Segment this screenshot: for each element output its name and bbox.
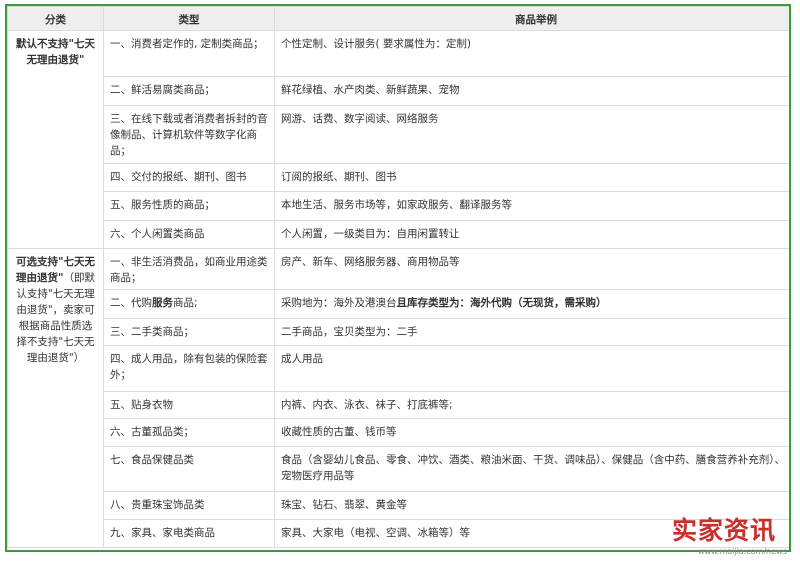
example-text: 采购地为：海外及港澳台 bbox=[281, 297, 397, 309]
type-cell: 三、二手类商品； bbox=[103, 318, 275, 346]
example-cell: 网游、话费、数字阅读、网络服务 bbox=[274, 105, 789, 164]
type-cell: 四、交付的报纸、期刊、图书 bbox=[103, 163, 275, 192]
table-row: 四、成人用品，除有包装的保险套外； 成人用品 bbox=[8, 345, 789, 392]
content-frame: 分类 类型 商品举例 默认不支持"七天无理由退货" 一、消费者定作的, 定制类商… bbox=[5, 4, 791, 552]
example-cell: 房产、新车、网络服务器、商用物品等 bbox=[274, 248, 789, 290]
type-cell: 七、食品保健品类 bbox=[103, 446, 275, 492]
table-row: 二、鲜活易腐类商品； 鲜花绿植、水产肉类、新鲜蔬果、宠物 bbox=[8, 76, 789, 106]
type-cell: 六、个人闲置类商品 bbox=[103, 220, 275, 249]
example-cell: 订阅的报纸、期刊、图书 bbox=[274, 163, 789, 192]
watermark-url: www.maijia.com/news bbox=[698, 547, 787, 556]
example-cell: 食品（含婴幼儿食品、零食、冲饮、酒类、粮油米面、干货、调味品）、保健品（含中药、… bbox=[274, 446, 789, 492]
type-cell: 五、服务性质的商品； bbox=[103, 191, 275, 221]
category-cell-no-return: 默认不支持"七天无理由退货" bbox=[7, 30, 104, 249]
watermark-logo-text: 实家资讯 bbox=[672, 516, 777, 545]
table-row: 二、代购服务商品; 采购地为：海外及港澳台且库存类型为：海外代购（无现货，需采购… bbox=[8, 289, 789, 319]
table-row: 七、食品保健品类 食品（含婴幼儿食品、零食、冲饮、酒类、粮油米面、干货、调味品）… bbox=[8, 446, 789, 492]
type-text-tail: 商品; bbox=[173, 297, 198, 309]
type-cell: 一、非生活消费品，如商业用途类商品； bbox=[103, 248, 275, 290]
category-note: （即默认支持"七天无理由退货"，卖家可根据商品性质选择不支持"七天无理由退货"） bbox=[16, 272, 95, 364]
example-cell: 个性定制、设计服务( 要求属性为：定制) bbox=[274, 30, 789, 77]
example-cell: 个人闲置，一级类目为：自用闲置转让 bbox=[274, 220, 789, 249]
type-cell: 二、鲜活易腐类商品； bbox=[103, 76, 275, 106]
example-cell: 收藏性质的古董、钱币等 bbox=[274, 418, 789, 447]
category-cell-optional-return: 可选支持"七天无理由退货"（即默认支持"七天无理由退货"，卖家可根据商品性质选择… bbox=[7, 248, 104, 548]
type-cell: 九、家具、家电类商品 bbox=[103, 519, 275, 548]
header-type: 类型 bbox=[103, 6, 275, 31]
type-cell: 六、古董孤品类； bbox=[103, 418, 275, 447]
type-cell: 三、在线下载或者消费者拆封的音像制品、计算机软件等数字化商品； bbox=[103, 105, 275, 164]
example-cell: 鲜花绿植、水产肉类、新鲜蔬果、宠物 bbox=[274, 76, 789, 106]
table-row: 可选支持"七天无理由退货"（即默认支持"七天无理由退货"，卖家可根据商品性质选择… bbox=[7, 248, 789, 548]
table-row: 四、交付的报纸、期刊、图书 订阅的报纸、期刊、图书 bbox=[8, 163, 789, 192]
type-cell: 四、成人用品，除有包装的保险套外； bbox=[103, 345, 275, 392]
example-cell: 内裤、内衣、泳衣、袜子、打底裤等; bbox=[274, 391, 789, 419]
type-cell: 二、代购服务商品; bbox=[103, 289, 275, 319]
header-category: 分类 bbox=[7, 6, 104, 31]
example-cell: 成人用品 bbox=[274, 345, 789, 392]
category-label: 默认不支持"七天无理由退货" bbox=[16, 38, 95, 66]
example-cell: 二手商品，宝贝类型为：二手 bbox=[274, 318, 789, 346]
type-cell: 五、贴身衣物 bbox=[103, 391, 275, 419]
table-header-row: 分类 类型 商品举例 bbox=[7, 6, 789, 31]
type-cell: 一、消费者定作的, 定制类商品； bbox=[103, 30, 275, 77]
table-row: 三、在线下载或者消费者拆封的音像制品、计算机软件等数字化商品； 网游、话费、数字… bbox=[8, 105, 789, 164]
table-row: 默认不支持"七天无理由退货" 一、消费者定作的, 定制类商品； 个性定制、设计服… bbox=[7, 30, 789, 249]
example-text-bold: 且库存类型为：海外代购（无现货，需采购） bbox=[396, 297, 607, 309]
header-examples: 商品举例 bbox=[274, 6, 789, 31]
type-text-bold: 服务 bbox=[152, 297, 173, 309]
table-row: 五、贴身衣物 内裤、内衣、泳衣、袜子、打底裤等; bbox=[8, 391, 789, 419]
site-watermark: 实家资讯 www.maijia.com/news bbox=[672, 516, 800, 562]
example-cell: 采购地为：海外及港澳台且库存类型为：海外代购（无现货，需采购） bbox=[274, 289, 789, 319]
type-cell: 八、贵重珠宝饰品类 bbox=[103, 491, 275, 520]
example-cell: 本地生活、服务市场等，如家政服务、翻译服务等 bbox=[274, 191, 789, 221]
table-row: 六、古董孤品类； 收藏性质的古董、钱币等 bbox=[8, 418, 789, 447]
table-row: 三、二手类商品； 二手商品，宝贝类型为：二手 bbox=[8, 318, 789, 346]
type-text: 二、代购 bbox=[110, 297, 152, 309]
table-row: 五、服务性质的商品； 本地生活、服务市场等，如家政服务、翻译服务等 bbox=[8, 191, 789, 221]
table-row: 六、个人闲置类商品 个人闲置，一级类目为：自用闲置转让 bbox=[8, 220, 789, 249]
return-policy-table: 分类 类型 商品举例 默认不支持"七天无理由退货" 一、消费者定作的, 定制类商… bbox=[7, 6, 789, 548]
